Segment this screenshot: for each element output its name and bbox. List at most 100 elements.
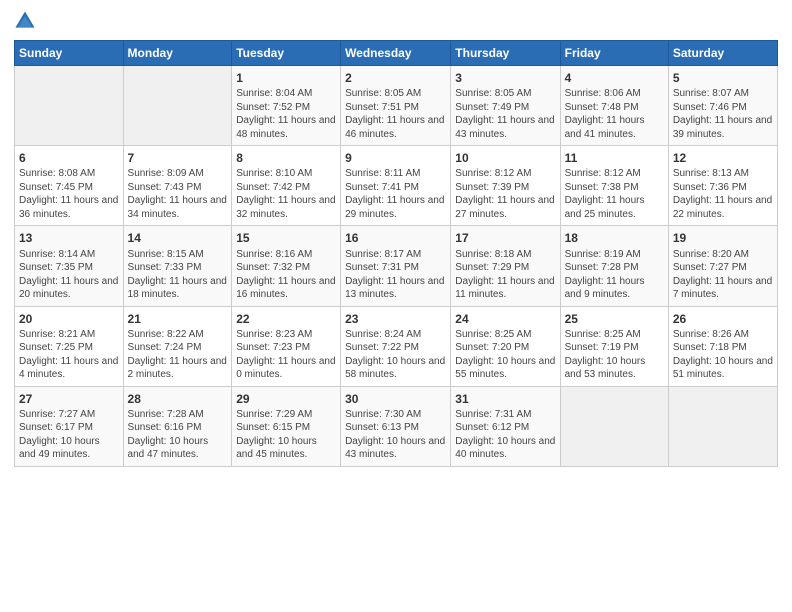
- day-number: 12: [673, 150, 773, 166]
- day-number: 3: [455, 70, 555, 86]
- day-info: Sunrise: 8:14 AM Sunset: 7:35 PM Dayligh…: [19, 248, 119, 302]
- calendar-cell: 19Sunrise: 8:20 AM Sunset: 7:27 PM Dayli…: [668, 226, 777, 306]
- calendar-week-row: 6Sunrise: 8:08 AM Sunset: 7:45 PM Daylig…: [15, 146, 778, 226]
- day-info: Sunrise: 8:10 AM Sunset: 7:42 PM Dayligh…: [236, 167, 336, 221]
- day-number: 13: [19, 230, 119, 246]
- day-info: Sunrise: 8:24 AM Sunset: 7:22 PM Dayligh…: [345, 328, 446, 382]
- day-number: 16: [345, 230, 446, 246]
- calendar-cell: 24Sunrise: 8:25 AM Sunset: 7:20 PM Dayli…: [451, 306, 560, 386]
- day-number: 19: [673, 230, 773, 246]
- day-number: 22: [236, 311, 336, 327]
- calendar-cell: 26Sunrise: 8:26 AM Sunset: 7:18 PM Dayli…: [668, 306, 777, 386]
- day-number: 30: [345, 391, 446, 407]
- calendar-cell: 10Sunrise: 8:12 AM Sunset: 7:39 PM Dayli…: [451, 146, 560, 226]
- calendar-body: 1Sunrise: 8:04 AM Sunset: 7:52 PM Daylig…: [15, 66, 778, 467]
- day-number: 17: [455, 230, 555, 246]
- day-number: 15: [236, 230, 336, 246]
- day-info: Sunrise: 8:15 AM Sunset: 7:33 PM Dayligh…: [128, 248, 228, 302]
- calendar-cell: 18 Sunrise: 8:19 AM Sunset: 7:28 PM Dayli…: [560, 226, 668, 306]
- day-info: Sunrise: 8:08 AM Sunset: 7:45 PM Dayligh…: [19, 167, 119, 221]
- day-info: Sunrise: 8:05 AM Sunset: 7:49 PM Dayligh…: [455, 87, 555, 141]
- day-number: 23: [345, 311, 446, 327]
- calendar-cell: 14 Sunrise: 8:15 AM Sunset: 7:33 PM Dayli…: [123, 226, 232, 306]
- day-number: 18: [565, 230, 664, 246]
- day-info: Sunrise: 8:06 AM Sunset: 7:48 PM Dayligh…: [565, 87, 664, 141]
- calendar-week-row: 27Sunrise: 7:27 AM Sunset: 6:17 PM Dayli…: [15, 386, 778, 466]
- day-number: 20: [19, 311, 119, 327]
- day-number: 27: [19, 391, 119, 407]
- calendar-week-row: 20Sunrise: 8:21 AM Sunset: 7:25 PM Dayli…: [15, 306, 778, 386]
- calendar-cell: [560, 386, 668, 466]
- calendar-cell: 9Sunrise: 8:11 AM Sunset: 7:41 PM Daylig…: [341, 146, 451, 226]
- day-info: Sunrise: 8:09 AM Sunset: 7:43 PM Dayligh…: [128, 167, 228, 221]
- calendar-cell: 25Sunrise: 8:25 AM Sunset: 7:19 PM Dayli…: [560, 306, 668, 386]
- day-info: Sunrise: 7:30 AM Sunset: 6:13 PM Dayligh…: [345, 408, 446, 462]
- day-info: Sunrise: 8:17 AM Sunset: 7:31 PM Dayligh…: [345, 248, 446, 302]
- calendar-cell: 21Sunrise: 8:22 AM Sunset: 7:24 PM Dayli…: [123, 306, 232, 386]
- day-info: Sunrise: 8:21 AM Sunset: 7:25 PM Dayligh…: [19, 328, 119, 382]
- calendar-cell: 12Sunrise: 8:13 AM Sunset: 7:36 PM Dayli…: [668, 146, 777, 226]
- day-number: 9: [345, 150, 446, 166]
- day-info: Sunrise: 8:25 AM Sunset: 7:20 PM Dayligh…: [455, 328, 555, 382]
- page-container: SundayMondayTuesdayWednesdayThursdayFrid…: [0, 0, 792, 477]
- day-info: Sunrise: 8:23 AM Sunset: 7:23 PM Dayligh…: [236, 328, 336, 382]
- calendar-header: SundayMondayTuesdayWednesdayThursdayFrid…: [15, 41, 778, 66]
- day-info: Sunrise: 7:31 AM Sunset: 6:12 PM Dayligh…: [455, 408, 555, 462]
- calendar-cell: 16 Sunrise: 8:17 AM Sunset: 7:31 PM Dayli…: [341, 226, 451, 306]
- day-number: 10: [455, 150, 555, 166]
- day-info: Sunrise: 8:12 AM Sunset: 7:38 PM Dayligh…: [565, 167, 664, 221]
- day-number: 4: [565, 70, 664, 86]
- day-number: 6: [19, 150, 119, 166]
- weekday-header: Thursday: [451, 41, 560, 66]
- calendar-cell: 17 Sunrise: 8:18 AM Sunset: 7:29 PM Dayli…: [451, 226, 560, 306]
- weekday-header: Tuesday: [232, 41, 341, 66]
- day-info: Sunrise: 7:29 AM Sunset: 6:15 PM Dayligh…: [236, 408, 336, 462]
- calendar-cell: 22Sunrise: 8:23 AM Sunset: 7:23 PM Dayli…: [232, 306, 341, 386]
- day-number: 29: [236, 391, 336, 407]
- calendar-cell: 3Sunrise: 8:05 AM Sunset: 7:49 PM Daylig…: [451, 66, 560, 146]
- calendar-cell: 5Sunrise: 8:07 AM Sunset: 7:46 PM Daylig…: [668, 66, 777, 146]
- logo: [14, 10, 40, 32]
- calendar-cell: 11Sunrise: 8:12 AM Sunset: 7:38 PM Dayli…: [560, 146, 668, 226]
- calendar-cell: 2Sunrise: 8:05 AM Sunset: 7:51 PM Daylig…: [341, 66, 451, 146]
- day-info: Sunrise: 8:16 AM Sunset: 7:32 PM Dayligh…: [236, 248, 336, 302]
- day-number: 11: [565, 150, 664, 166]
- calendar-cell: 7Sunrise: 8:09 AM Sunset: 7:43 PM Daylig…: [123, 146, 232, 226]
- day-info: Sunrise: 8:18 AM Sunset: 7:29 PM Dayligh…: [455, 248, 555, 302]
- calendar-cell: 1Sunrise: 8:04 AM Sunset: 7:52 PM Daylig…: [232, 66, 341, 146]
- calendar-cell: 15 Sunrise: 8:16 AM Sunset: 7:32 PM Dayli…: [232, 226, 341, 306]
- day-info: Sunrise: 7:27 AM Sunset: 6:17 PM Dayligh…: [19, 408, 119, 462]
- day-info: Sunrise: 8:26 AM Sunset: 7:18 PM Dayligh…: [673, 328, 773, 382]
- day-info: Sunrise: 8:07 AM Sunset: 7:46 PM Dayligh…: [673, 87, 773, 141]
- day-number: 5: [673, 70, 773, 86]
- day-number: 24: [455, 311, 555, 327]
- day-info: Sunrise: 8:05 AM Sunset: 7:51 PM Dayligh…: [345, 87, 446, 141]
- calendar-cell: 20Sunrise: 8:21 AM Sunset: 7:25 PM Dayli…: [15, 306, 124, 386]
- calendar-cell: 29Sunrise: 7:29 AM Sunset: 6:15 PM Dayli…: [232, 386, 341, 466]
- day-info: Sunrise: 8:04 AM Sunset: 7:52 PM Dayligh…: [236, 87, 336, 141]
- day-number: 2: [345, 70, 446, 86]
- calendar-cell: [15, 66, 124, 146]
- day-number: 1: [236, 70, 336, 86]
- logo-icon: [14, 10, 36, 32]
- calendar-cell: 13 Sunrise: 8:14 AM Sunset: 7:35 PM Dayli…: [15, 226, 124, 306]
- day-info: Sunrise: 8:11 AM Sunset: 7:41 PM Dayligh…: [345, 167, 446, 221]
- calendar-cell: 28Sunrise: 7:28 AM Sunset: 6:16 PM Dayli…: [123, 386, 232, 466]
- calendar-cell: 23Sunrise: 8:24 AM Sunset: 7:22 PM Dayli…: [341, 306, 451, 386]
- day-info: Sunrise: 7:28 AM Sunset: 6:16 PM Dayligh…: [128, 408, 228, 462]
- calendar-cell: 6Sunrise: 8:08 AM Sunset: 7:45 PM Daylig…: [15, 146, 124, 226]
- weekday-header: Wednesday: [341, 41, 451, 66]
- day-info: Sunrise: 8:22 AM Sunset: 7:24 PM Dayligh…: [128, 328, 228, 382]
- calendar-table: SundayMondayTuesdayWednesdayThursdayFrid…: [14, 40, 778, 467]
- day-info: Sunrise: 8:13 AM Sunset: 7:36 PM Dayligh…: [673, 167, 773, 221]
- calendar-cell: [123, 66, 232, 146]
- calendar-cell: 30Sunrise: 7:30 AM Sunset: 6:13 PM Dayli…: [341, 386, 451, 466]
- day-number: 26: [673, 311, 773, 327]
- day-number: 7: [128, 150, 228, 166]
- day-number: 31: [455, 391, 555, 407]
- day-info: Sunrise: 8:19 AM Sunset: 7:28 PM Dayligh…: [565, 248, 664, 302]
- day-number: 14: [128, 230, 228, 246]
- day-info: Sunrise: 8:25 AM Sunset: 7:19 PM Dayligh…: [565, 328, 664, 382]
- weekday-header: Monday: [123, 41, 232, 66]
- page-header: [14, 10, 778, 32]
